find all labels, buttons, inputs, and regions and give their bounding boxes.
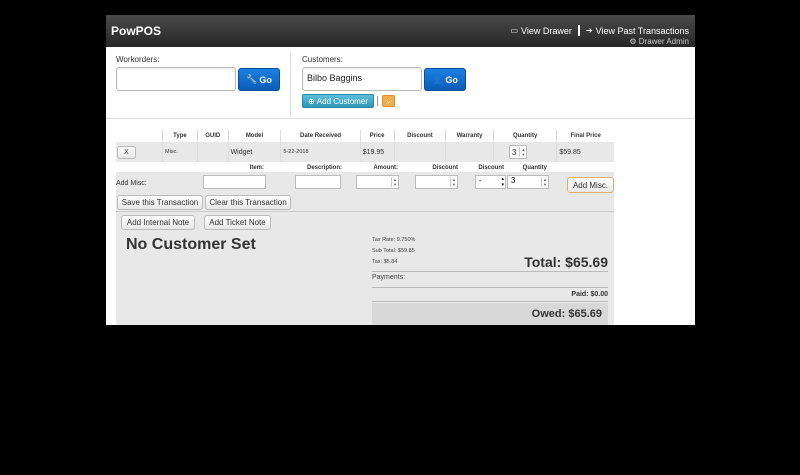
amount-label: Amount: (373, 165, 398, 171)
misc-discount-type-label: Discount (478, 165, 504, 171)
item-label: Item: (249, 165, 264, 171)
col-quantity: Quantity (492, 130, 557, 142)
misc-discount-input[interactable]: ▲ ▼ (415, 175, 458, 189)
misc-quantity-label: Quantity (522, 165, 547, 171)
discount-select-value: - (479, 176, 482, 185)
col-discount: Discount (393, 130, 446, 142)
customers-go-label: Go (445, 74, 458, 85)
plus-icon: ⊕ (308, 96, 315, 106)
discount-cell (393, 142, 446, 162)
tax-amount: Tax: $5.84 (372, 259, 398, 265)
add-internal-note-button[interactable]: Add Internal Note (121, 215, 195, 230)
remove-item-button[interactable]: X (117, 145, 136, 159)
col-type: Type (162, 130, 198, 142)
col-price: Price (359, 130, 395, 142)
spinner-arrows-icon[interactable]: ▲ ▼ (519, 147, 526, 157)
add-misc-label: Add Misc: (116, 180, 147, 187)
workorders-go-label: Go (259, 74, 272, 85)
save-transaction-button[interactable]: Save this Transaction (117, 195, 203, 210)
tax-rate: Tax Rate: 9.750% (372, 237, 416, 243)
total-amount: Total: $65.69 (524, 254, 608, 270)
quantity-stepper[interactable]: 3 ▲ ▼ (508, 145, 528, 159)
col-warranty: Warranty (445, 130, 494, 142)
brand-title: PowPOS (111, 24, 162, 38)
notes-actions-row: Add Internal Note Add Ticket Note (116, 212, 614, 233)
table-header-row: Type GUID Model Date Received Price Disc… (116, 130, 614, 142)
description-label: Description: (306, 165, 342, 171)
subtotal: Sub Total: $59.85 (372, 248, 415, 254)
drawer-icon: ▭ (510, 26, 519, 35)
table-row: X Misc. Widget 5-22-2018 $19.95 3 ▲ ▼ $59… (116, 142, 614, 162)
top-links: ▭ View Drawer ➔ View Past Transactions (510, 25, 689, 36)
customer-panel: No Customer Set (116, 233, 372, 325)
view-drawer-link[interactable]: View Drawer (521, 26, 572, 36)
lookup-section: Workorders: 🔧 Go Customers: Bilbo Baggin… (106, 47, 695, 117)
misc-quantity-input[interactable]: 3 ▲ ▼ (507, 175, 549, 189)
workorders-go-button[interactable]: 🔧 Go (238, 68, 280, 91)
col-model: Model (227, 130, 281, 142)
quantity-cell: 3 ▲ ▼ (492, 142, 557, 162)
button-separator (377, 96, 378, 106)
customer-options-button[interactable]: ⌄ (382, 95, 395, 107)
totals-panel: Tax Rate: 9.750% Sub Total: $59.85 Tax: … (372, 233, 614, 325)
drawer-admin-link[interactable]: ⚙ Drawer Admin (629, 37, 689, 46)
select-arrows-icon: ▴ ▾ (501, 176, 504, 188)
paid-amount: Paid: $0.00 (571, 291, 608, 298)
totals-divider (372, 271, 608, 272)
misc-quantity-value: 3 (511, 176, 516, 185)
price-cell: $19.95 (359, 142, 395, 162)
payments-label: Payments: (372, 274, 406, 281)
section-divider (290, 53, 291, 117)
workorders-label: Workorders: (116, 55, 160, 64)
add-misc-row: Add Misc: Item: Description: Amount: ▲ ▼ … (116, 165, 614, 194)
col-guid: GUID (196, 130, 229, 142)
add-ticket-note-button[interactable]: Add Ticket Note (204, 215, 271, 230)
add-misc-button[interactable]: Add Misc. (567, 177, 614, 193)
col-remove (116, 130, 163, 142)
type-cell: Misc. (162, 142, 198, 162)
customer-status: No Customer Set (126, 236, 256, 253)
wrench-icon: 🔧 (246, 74, 258, 84)
warranty-cell (445, 142, 494, 162)
quantity-spinner-icon[interactable]: ▲ ▼ (541, 177, 548, 187)
customer-search-input[interactable]: Bilbo Baggins (302, 67, 422, 91)
final-price-cell: $59.85 (556, 142, 614, 162)
discount-spinner-icon[interactable]: ▲ ▼ (450, 177, 457, 187)
remove-cell: X (116, 142, 163, 162)
customers-go-button[interactable]: 👤 Go (424, 68, 466, 91)
guid-cell (196, 142, 229, 162)
clear-transaction-button[interactable]: Clear this Transaction (205, 195, 291, 210)
pos-app: PowPOS ▭ View Drawer ➔ View Past Transac… (106, 15, 695, 325)
top-navbar: PowPOS ▭ View Drawer ➔ View Past Transac… (106, 15, 695, 47)
arrow-circle-icon: ➔ (585, 26, 593, 35)
gear-icon: ⚙ (629, 37, 637, 46)
add-customer-label: Add Customer (316, 96, 368, 106)
drawer-admin-label: Drawer Admin (638, 37, 689, 46)
misc-discount-select[interactable]: - ▴ ▾ (475, 175, 506, 189)
date-received-cell: 5-22-2018 (280, 142, 361, 162)
owed-amount: Owed: $65.69 (531, 308, 602, 320)
customers-label: Customers: (302, 55, 343, 64)
model-cell: Widget (227, 142, 281, 162)
quantity-value: 3 (511, 147, 517, 157)
transaction-table: Type GUID Model Date Received Price Disc… (116, 130, 614, 162)
misc-discount-label: Discount (432, 165, 458, 171)
link-separator (577, 25, 580, 36)
owed-box: Owed: $65.69 (372, 303, 608, 325)
transaction-actions-row: Save this Transaction Clear this Transac… (116, 194, 614, 211)
misc-description-input[interactable] (295, 175, 341, 189)
paid-divider (372, 301, 608, 302)
user-icon: 👤 (432, 74, 444, 84)
misc-amount-input[interactable]: ▲ ▼ (356, 175, 399, 189)
view-past-transactions-link[interactable]: View Past Transactions (596, 26, 689, 36)
workorders-input[interactable] (116, 67, 236, 91)
payments-divider (372, 287, 608, 288)
section-divider-horizontal (106, 118, 695, 119)
col-date-received: Date Received (280, 130, 361, 142)
amount-spinner-icon[interactable]: ▲ ▼ (391, 177, 398, 187)
add-customer-button[interactable]: ⊕ Add Customer (302, 94, 374, 108)
col-final-price: Final Price (556, 130, 614, 142)
chevron-down-icon: ⌄ (385, 98, 392, 105)
misc-item-input[interactable] (203, 175, 266, 189)
